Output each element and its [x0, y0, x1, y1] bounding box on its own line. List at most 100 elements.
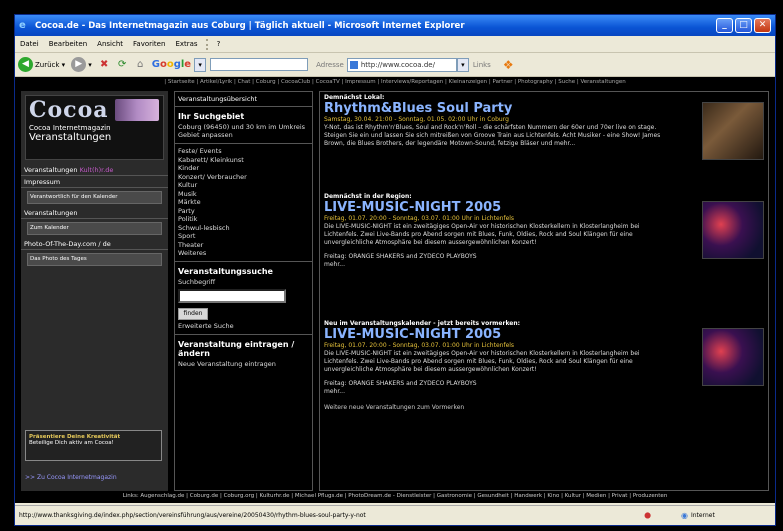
status-url: http://www.thanksgiving.de/index.php/sec… — [19, 512, 366, 519]
window-title: Cocoa.de - Das Internetmagazin aus Cobur… — [35, 20, 465, 31]
nav-photo-of-the-day[interactable]: Photo-Of-The-Day.com / de — [21, 238, 168, 250]
toolbar-grip — [205, 38, 209, 50]
category-item[interactable]: Kinder — [178, 164, 309, 173]
category-item[interactable]: Weiteres — [178, 249, 309, 258]
forward-button[interactable]: ▶ ▾ — [71, 57, 92, 72]
event-description: Y-Not, das ist Rhythm'n'Blues, Soul and … — [324, 124, 661, 147]
title-bar: e Cocoa.de - Das Internetmagazin aus Cob… — [15, 15, 775, 36]
creativity-text: Beteilige Dich aktiv am Cocoa! — [29, 440, 114, 446]
nav-kulthr-brand: Kult(h)r.de — [79, 166, 114, 174]
category-item[interactable]: Feste/ Events — [178, 147, 309, 156]
minimize-button[interactable]: _ — [716, 18, 733, 33]
google-dropdown[interactable]: ▾ — [194, 57, 207, 72]
more-events-link[interactable]: Weitere neue Veranstaltungen zum Vormerk… — [324, 404, 764, 411]
adjust-area-link[interactable]: Gebiet anpassen — [175, 131, 312, 139]
browser-window: e Cocoa.de - Das Internetmagazin aus Cob… — [14, 14, 776, 526]
add-event-link[interactable]: Neue Veranstaltung eintragen — [175, 360, 312, 368]
eye-image — [115, 99, 159, 121]
category-item[interactable]: Party — [178, 207, 309, 216]
menu-extras[interactable]: Extras — [175, 40, 197, 48]
nav-kulthr[interactable]: Veranstaltungen Kult(h)r.de — [21, 164, 168, 176]
search-term-input[interactable] — [178, 288, 286, 303]
back-label: Zurück — [35, 60, 60, 69]
home-icon[interactable]: ⌂ — [134, 58, 147, 71]
event-photo[interactable] — [702, 201, 764, 259]
ie-icon: e — [19, 19, 26, 31]
event-bands: Freitag: ORANGE SHAKERS and ZYDECO PLAYB… — [324, 380, 477, 387]
event-kicker: Demnächst Lokal: — [324, 94, 385, 101]
category-item[interactable]: Kultur — [178, 181, 309, 190]
address-bar[interactable]: http://www.cocoa.de/ — [346, 57, 457, 72]
logo-subtitle: Cocoa Internetmagazin — [29, 124, 111, 132]
category-item[interactable]: Politik — [178, 215, 309, 224]
category-item[interactable]: Märkte — [178, 198, 309, 207]
zone-label: Internet — [690, 512, 715, 519]
page-content: | Startseite | Artikel/Lyrik | Chat | Co… — [15, 77, 775, 503]
event-date: Freitag, 01.07. 20:00 - Sonntag, 03.07. … — [324, 342, 515, 349]
event-title[interactable]: Rhythm&Blues Soul Party — [324, 101, 764, 116]
nav-impressum[interactable]: Impressum — [21, 176, 168, 188]
security-icon: ⬤ — [644, 512, 651, 519]
globe-icon: ◉ — [681, 511, 688, 520]
creativity-box[interactable]: Präsentiere Deine Kreativität Beteilige … — [25, 430, 162, 461]
find-button[interactable]: finden — [178, 307, 208, 320]
calendar-responsible-button[interactable]: Verantwortlich für den Kalender — [27, 191, 162, 204]
category-item[interactable]: Schwul-lesbisch — [178, 224, 309, 233]
refresh-icon[interactable]: ⟳ — [116, 58, 129, 71]
top-navigation[interactable]: | Startseite | Artikel/Lyrik | Chat | Co… — [15, 77, 775, 88]
event-date: Freitag, 01.07. 20:00 - Sonntag, 03.07. … — [324, 215, 515, 222]
menu-help[interactable]: ? — [217, 40, 221, 48]
menu-bar: Datei Bearbeiten Ansicht Favoriten Extra… — [15, 36, 775, 53]
page-icon — [349, 60, 358, 69]
event-title[interactable]: LIVE-MUSIC-NIGHT 2005 — [324, 200, 764, 215]
footer-links[interactable]: Links: Augenschlag.de | Coburg.de | Cobu… — [21, 493, 769, 499]
category-item[interactable]: Theater — [178, 241, 309, 250]
category-item[interactable]: Kabarett/ Kleinkunst — [178, 156, 309, 165]
windows-logo-icon: ❖ — [502, 57, 514, 72]
event-kicker: Demnächst in der Region: — [324, 193, 412, 200]
event-title[interactable]: LIVE-MUSIC-NIGHT 2005 — [324, 327, 764, 342]
overview-link[interactable]: Veranstaltungsübersicht — [175, 92, 312, 107]
event-more-link[interactable]: mehr... — [324, 388, 764, 396]
close-button[interactable]: ✕ — [754, 18, 771, 33]
stop-icon[interactable]: ✖ — [98, 58, 111, 71]
forward-arrow-icon: ▶ — [71, 57, 87, 72]
search-term-label: Suchbegriff — [178, 277, 216, 286]
left-sidebar: Cocoa Cocoa Internetmagazin Veranstaltun… — [21, 91, 168, 491]
nav-kulthr-prefix: Veranstaltungen — [24, 166, 78, 174]
event-item: Demnächst in der Region: LIVE-MUSIC-NIGH… — [324, 193, 764, 320]
to-calendar-button[interactable]: Zum Kalender — [27, 222, 162, 235]
event-photo[interactable] — [702, 102, 764, 160]
event-search-title: Veranstaltungssuche — [178, 266, 273, 276]
back-button[interactable]: ◀ Zurück ▾ — [18, 57, 65, 72]
middle-column: Veranstaltungsübersicht Ihr Suchgebiet C… — [174, 91, 313, 491]
links-toolbar[interactable]: Links — [473, 61, 491, 69]
address-dropdown[interactable]: ▾ — [456, 57, 469, 72]
menu-bearbeiten[interactable]: Bearbeiten — [49, 40, 87, 48]
cocoa-logo[interactable]: Cocoa Cocoa Internetmagazin Veranstaltun… — [25, 95, 164, 160]
menu-favoriten[interactable]: Favoriten — [133, 40, 165, 48]
google-search-input[interactable] — [210, 58, 309, 71]
event-description: Die LIVE-MUSIC-NIGHT ist ein zweitägiges… — [324, 223, 640, 246]
menu-ansicht[interactable]: Ansicht — [97, 40, 123, 48]
event-photo[interactable] — [702, 328, 764, 386]
back-arrow-icon: ◀ — [18, 57, 33, 72]
category-item[interactable]: Konzert/ Verbraucher — [178, 173, 309, 182]
category-item[interactable]: Sport — [178, 232, 309, 241]
event-bands: Freitag: ORANGE SHAKERS and ZYDECO PLAYB… — [324, 253, 477, 260]
event-more-link[interactable]: mehr... — [324, 261, 764, 269]
nav-veranstaltungen[interactable]: Veranstaltungen — [21, 207, 168, 219]
events-column: Demnächst Lokal: Rhythm&Blues Soul Party… — [319, 91, 769, 491]
search-area-title: Ihr Suchgebiet — [178, 112, 245, 121]
address-value: http://www.cocoa.de/ — [360, 60, 435, 69]
menu-datei[interactable]: Datei — [20, 40, 39, 48]
event-kicker: Neu im Veranstaltungskalender - jetzt be… — [324, 320, 521, 327]
address-label: Adresse — [316, 60, 344, 69]
advanced-search-link[interactable]: Erweiterte Suche — [175, 322, 312, 335]
zone-indicator: ◉ Internet — [681, 511, 771, 520]
photo-of-day-button[interactable]: Das Photo des Tages — [27, 253, 162, 266]
search-area-text: Coburg (96450) und 30 km im Umkreis — [178, 123, 306, 131]
maximize-button[interactable]: □ — [735, 18, 752, 33]
category-item[interactable]: Musik — [178, 190, 309, 199]
cocoa-magazine-link[interactable]: >> Zu Cocoa Internetmagazin — [25, 474, 117, 481]
